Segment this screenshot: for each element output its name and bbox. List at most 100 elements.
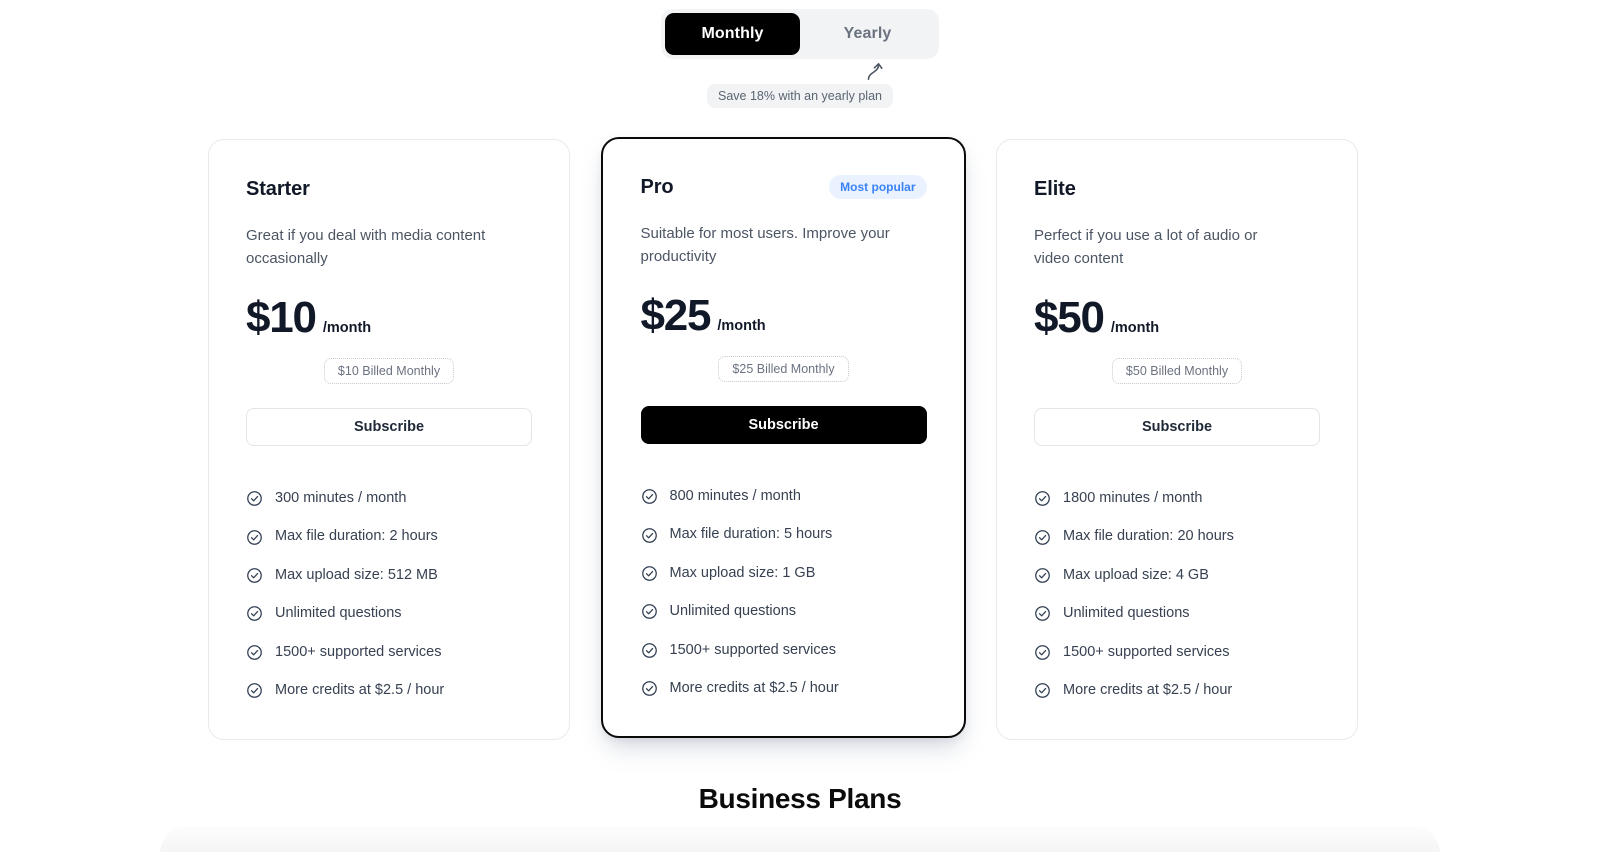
feature-label: 1500+ supported services [669,641,836,658]
list-item: More credits at $2.5 / hour [1034,682,1320,699]
list-item: 1800 minutes / month [1034,490,1320,507]
pricing-page: Monthly Yearly Save 18% with an yearly p… [0,0,1600,852]
subscribe-button-starter[interactable]: Subscribe [246,408,532,446]
price-row: $25 /month [641,294,927,338]
list-item: Max file duration: 20 hours [1034,528,1320,545]
billed-chip: $10 Billed Monthly [323,358,455,384]
check-circle-icon [641,681,657,697]
billing-toggle-monthly-label: Monthly [701,25,764,42]
pricing-card-starter: Starter Great if you deal with media con… [208,139,570,741]
feature-label: Max upload size: 1 GB [669,564,816,581]
check-circle-icon [247,644,262,660]
pricing-card-pro: Pro Most popular Suitable for most users… [600,137,966,739]
save-note-container: Save 18% with an yearly plan [0,60,1600,108]
subscribe-button-elite[interactable]: Subscribe [1034,408,1320,446]
feature-list: 1800 minutes / month Max file duration: … [1034,490,1320,699]
check-circle-icon [1035,644,1050,660]
check-circle-icon [641,642,657,658]
plan-price: $50 [1034,293,1105,342]
check-circle-icon [247,491,262,507]
feature-label: Max file duration: 2 hours [275,528,438,545]
plan-description: Suitable for most users. Improve your pr… [640,225,890,265]
card-header: Starter [246,176,532,202]
card-header: Elite [1034,176,1320,202]
business-plans-panel [160,826,1440,852]
billed-chip: $50 Billed Monthly [1111,358,1243,384]
feature-label: Unlimited questions [669,603,797,620]
check-circle-icon [247,568,262,583]
check-circle-icon [1035,491,1050,507]
plan-period: /month [1110,320,1160,336]
check-circle-icon [1035,529,1050,545]
plan-description: Perfect if you use a lot of audio or vid… [1034,227,1258,267]
list-item: 300 minutes / month [246,490,532,507]
feature-label: Unlimited questions [275,605,402,622]
plan-price: $10 [246,293,317,342]
list-item: Unlimited questions [246,605,532,622]
list-item: Max upload size: 4 GB [1034,567,1320,584]
list-item: Max upload size: 512 MB [246,567,532,584]
list-item: 1500+ supported services [641,642,927,659]
plan-name: Elite [1034,177,1076,200]
feature-label: 1500+ supported services [275,643,442,660]
feature-label: 800 minutes / month [669,488,801,504]
feature-label: 1500+ supported services [1063,643,1230,660]
list-item: Unlimited questions [1034,605,1320,622]
billing-toggle-container: Monthly Yearly [0,9,1600,59]
plan-name: Starter [246,177,310,200]
check-circle-icon [247,683,262,699]
feature-label: Max upload size: 4 GB [1063,566,1209,583]
billed-chip: $25 Billed Monthly [718,356,849,382]
billing-toggle-monthly[interactable]: Monthly [665,13,800,55]
check-circle-icon [641,566,657,581]
plan-period: /month [322,320,372,336]
status-badge-most-popular: Most popular [829,175,927,199]
list-item: Unlimited questions [641,603,927,620]
list-item: Max file duration: 5 hours [641,526,927,543]
list-item: More credits at $2.5 / hour [641,680,927,697]
feature-label: 1800 minutes / month [1063,490,1203,506]
pricing-cards: Starter Great if you deal with media con… [208,137,1358,741]
check-circle-icon [247,529,262,545]
check-circle-icon [641,527,657,543]
feature-list: 300 minutes / month Max file duration: 2… [246,490,532,699]
check-circle-icon [1035,606,1050,622]
feature-label: More credits at $2.5 / hour [275,681,445,698]
list-item: 1500+ supported services [1034,644,1320,661]
feature-label: Unlimited questions [1063,605,1190,622]
billed-row: $50 Billed Monthly [1034,358,1320,384]
price-row: $10 /month [246,296,532,340]
feature-label: Max file duration: 20 hours [1063,528,1234,545]
feature-list: 800 minutes / month Max file duration: 5… [641,488,927,697]
page-title-business-plans: Business Plans [698,783,902,814]
feature-label: Max upload size: 512 MB [275,566,438,583]
pricing-card-elite: Elite Perfect if you use a lot of audio … [996,139,1358,741]
feature-label: More credits at $2.5 / hour [1063,681,1233,698]
billed-row: $10 Billed Monthly [246,358,532,384]
list-item: More credits at $2.5 / hour [246,682,532,699]
list-item: 800 minutes / month [641,488,927,505]
price-row: $50 /month [1034,296,1320,340]
feature-label: 300 minutes / month [275,490,407,506]
check-circle-icon [641,489,657,505]
billing-toggle-yearly[interactable]: Yearly [800,13,935,55]
card-header: Pro Most popular [641,174,927,200]
check-circle-icon [1035,568,1050,583]
billing-toggle-yearly-label: Yearly [843,25,892,42]
billing-toggle[interactable]: Monthly Yearly [661,9,939,59]
list-item: Max file duration: 2 hours [246,528,532,545]
billed-row: $25 Billed Monthly [641,356,927,382]
yearly-savings-note: Save 18% with an yearly plan [707,84,893,108]
plan-description: Great if you deal with media content occ… [246,227,486,267]
feature-label: More credits at $2.5 / hour [669,679,839,696]
subscribe-button-pro[interactable]: Subscribe [640,406,927,444]
plan-period: /month [717,318,766,334]
plan-name: Pro [640,175,674,198]
curved-arrow-up-right-icon [867,63,883,81]
check-circle-icon [247,606,262,622]
list-item: 1500+ supported services [246,644,532,661]
list-item: Max upload size: 1 GB [641,565,927,582]
plan-price: $25 [640,291,712,340]
check-circle-icon [1035,683,1050,699]
check-circle-icon [641,604,657,620]
